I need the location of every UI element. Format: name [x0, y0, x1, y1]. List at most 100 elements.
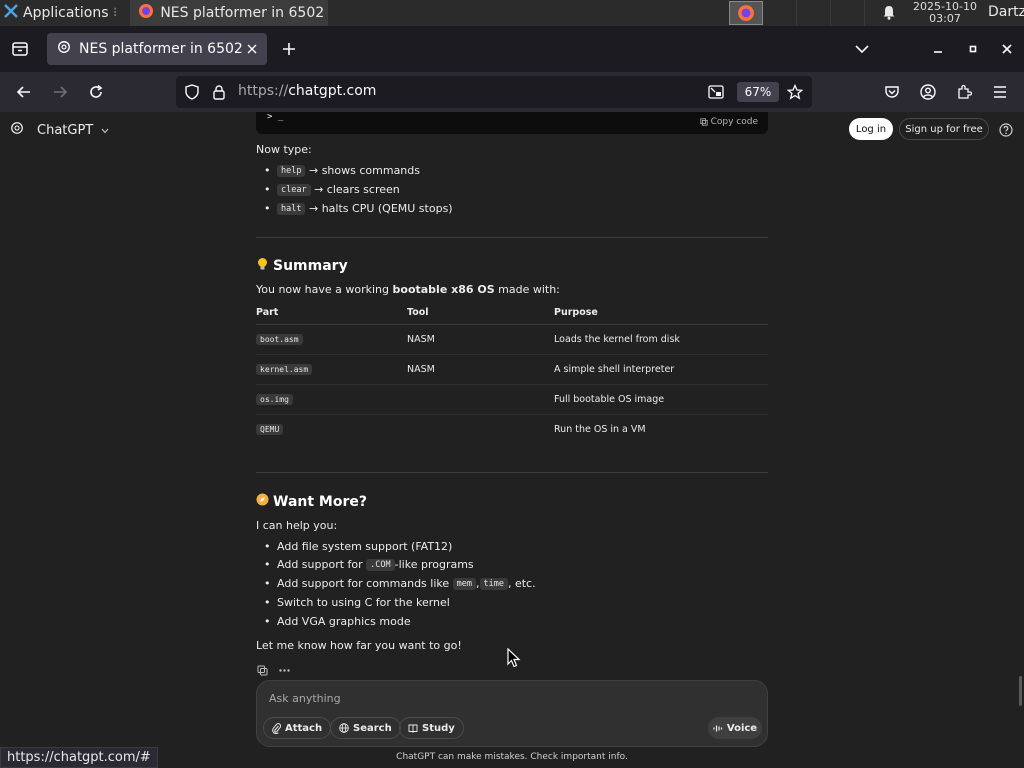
- now-type-text: Now type:: [256, 143, 312, 156]
- list-item: halt → halts CPU (QEMU stops): [264, 202, 453, 215]
- list-item: Add VGA graphics mode: [264, 615, 411, 628]
- lock-icon[interactable]: [212, 84, 226, 100]
- table-row: QEMU Run the OS in a VM: [256, 414, 768, 444]
- list-item-text: Add support for: [277, 558, 363, 571]
- list-item-text: Add file system support (FAT12): [277, 540, 453, 553]
- url-host: chatgpt.com: [288, 83, 377, 99]
- extensions-icon[interactable]: [955, 83, 973, 101]
- list-tabs-chevron-down-icon[interactable]: [853, 41, 871, 57]
- voice-button[interactable]: Voice: [708, 717, 762, 739]
- new-tab-icon[interactable]: [281, 41, 297, 57]
- scrollbar-thumb[interactable]: [1019, 676, 1022, 706]
- tray-firefox-icon[interactable]: [729, 1, 763, 25]
- list-item-text: → halts CPU (QEMU stops): [308, 202, 453, 215]
- status-bar-link-preview: https://chatgpt.com/#: [0, 747, 158, 768]
- study-button[interactable]: Study: [399, 717, 464, 739]
- list-item-text: → clears screen: [314, 183, 400, 196]
- firefox-view-icon[interactable]: [11, 41, 29, 57]
- list-item-text: Add VGA graphics mode: [277, 615, 411, 628]
- log-in-button[interactable]: Log in: [849, 118, 893, 140]
- hamburger-menu-icon[interactable]: [991, 83, 1009, 101]
- inline-code: kernel.asm: [256, 363, 313, 375]
- inline-code: QEMU: [256, 423, 284, 435]
- prompt-input[interactable]: [269, 689, 709, 707]
- copy-code-button[interactable]: Copy code: [699, 117, 758, 127]
- search-button[interactable]: Search: [330, 717, 401, 739]
- inline-code: mem: [452, 577, 476, 590]
- close-window-icon[interactable]: [999, 41, 1015, 57]
- paperclip-icon: [272, 722, 281, 734]
- url-text[interactable]: https://chatgpt.com: [238, 83, 376, 99]
- inline-code: clear: [277, 183, 311, 196]
- list-item-text: Switch to using C for the kernel: [277, 596, 450, 609]
- back-arrow-icon[interactable]: [15, 83, 33, 101]
- list-item: Add support for commands like mem, time,…: [264, 577, 536, 590]
- more-options-icon[interactable]: [278, 664, 290, 676]
- attach-label: Attach: [285, 722, 323, 734]
- summary-table: Part Tool Purpose boot.asm NASM Loads th…: [256, 302, 768, 444]
- list-item: clear → clears screen: [264, 183, 400, 196]
- inline-code: .COM: [366, 558, 395, 571]
- taskbar-clock[interactable]: 2025-10-10 03:07: [908, 1, 982, 25]
- desktop-taskbar: Applications ⠇ NES platformer in 6502 ..…: [0, 0, 1024, 26]
- list-item: Add support for .COM-like programs: [264, 558, 474, 571]
- list-item-text: → shows commands: [308, 164, 420, 177]
- summary-intro-text: You now have a working: [256, 283, 393, 296]
- tab-active[interactable]: NES platformer in 6502: [47, 33, 267, 65]
- firefox-icon: [138, 3, 154, 23]
- table-cell: [407, 414, 554, 444]
- table-row: os.img Full bootable OS image: [256, 384, 768, 415]
- list-item-text: Add support for commands like: [277, 577, 450, 590]
- minimize-window-icon[interactable]: [930, 41, 946, 57]
- reload-icon[interactable]: [87, 83, 105, 101]
- maximize-window-icon[interactable]: [965, 41, 981, 57]
- sign-up-button[interactable]: Sign up for free: [899, 118, 989, 140]
- table-header-purpose: Purpose: [554, 302, 768, 325]
- taskbar-window-button[interactable]: NES platformer in 6502 ...: [130, 0, 329, 26]
- list-item: help → shows commands: [264, 164, 420, 177]
- table-header-tool: Tool: [407, 302, 554, 325]
- mouse-cursor-icon: [507, 647, 521, 672]
- attach-button[interactable]: Attach: [263, 717, 332, 739]
- list-item-text: -like programs: [394, 558, 474, 571]
- bookmark-star-icon[interactable]: [786, 83, 804, 101]
- summary-intro-bold: bootable x86 OS: [392, 283, 495, 296]
- close-tab-icon[interactable]: [245, 42, 259, 56]
- account-icon[interactable]: [919, 83, 937, 101]
- picture-in-picture-icon[interactable]: [707, 84, 725, 100]
- shield-icon[interactable]: [184, 84, 200, 100]
- list-item: Switch to using C for the kernel: [264, 596, 450, 609]
- pocket-icon[interactable]: [883, 83, 901, 101]
- inline-code: boot.asm: [256, 333, 303, 345]
- table-header-row: Part Tool Purpose: [256, 302, 768, 325]
- zoom-level-button[interactable]: 67%: [737, 82, 779, 102]
- bell-icon[interactable]: [881, 4, 897, 24]
- copy-message-icon[interactable]: [256, 664, 268, 676]
- compass-icon: [256, 493, 269, 510]
- window-title: NES platformer in 6502 ...: [160, 5, 329, 21]
- chevron-down-icon: [101, 123, 109, 138]
- closing-text: Let me know how far you want to go!: [256, 639, 462, 652]
- url-bar[interactable]: https://chatgpt.com 67%: [176, 76, 812, 108]
- voice-waveform-icon: [713, 725, 722, 731]
- search-label: Search: [353, 722, 392, 734]
- summary-intro: You now have a working bootable x86 OS m…: [256, 283, 560, 296]
- disclaimer-text: ChatGPT can make mistakes. Check importa…: [396, 752, 628, 762]
- menu-separator-icon: ⠇: [112, 6, 122, 20]
- table-row: boot.asm NASM Loads the kernel from disk: [256, 324, 768, 355]
- copy-icon: [699, 118, 708, 126]
- clock-time: 03:07: [929, 12, 961, 25]
- applications-menu[interactable]: Applications ⠇: [0, 0, 127, 26]
- table-cell: QEMU: [256, 414, 407, 444]
- study-label: Study: [422, 722, 455, 734]
- user-name[interactable]: Dartz: [988, 4, 1024, 20]
- book-icon: [408, 724, 418, 733]
- tab-title: NES platformer in 6502: [79, 41, 243, 57]
- tray-divider: [830, 0, 831, 26]
- inline-code: help: [277, 164, 306, 177]
- model-selector[interactable]: ChatGPT: [10, 121, 109, 139]
- help-icon[interactable]: [999, 122, 1013, 137]
- browser-navigation-bar: https://chatgpt.com 67%: [0, 72, 1024, 112]
- forward-arrow-icon[interactable]: [51, 83, 69, 101]
- inline-code: halt: [277, 202, 306, 215]
